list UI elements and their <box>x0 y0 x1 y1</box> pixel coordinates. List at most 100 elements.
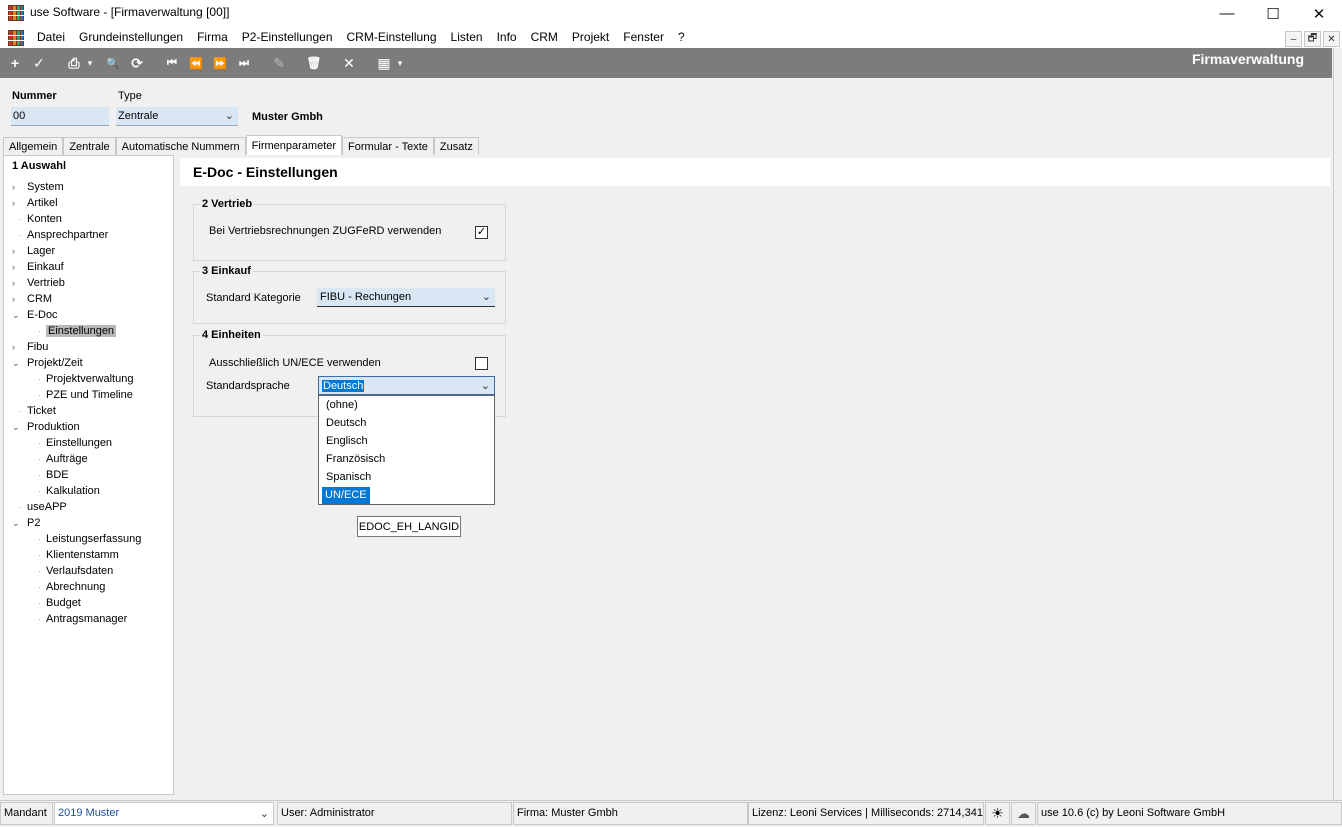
new-button[interactable]: + <box>6 54 24 72</box>
grid-dropdown-button[interactable]: ▾ <box>395 54 405 72</box>
tree-item[interactable]: · Budget <box>38 596 81 610</box>
tree-item[interactable]: · PZE und Timeline <box>38 388 133 402</box>
option-unece[interactable]: UN/ECE <box>322 487 370 504</box>
type-select[interactable]: Zentrale ⌄ <box>116 107 238 126</box>
menu-p2-einstellungen[interactable]: P2-Einstellungen <box>235 27 340 48</box>
nummer-input[interactable]: 00 <box>11 107 109 126</box>
tree-item[interactable]: › Lager <box>12 244 55 258</box>
menu-help[interactable]: ? <box>671 27 692 48</box>
option-ohne[interactable]: (ohne) <box>323 397 361 414</box>
mdi-minimize-button[interactable]: – <box>1285 31 1302 47</box>
last-record-button[interactable]: ⏭ <box>235 54 253 72</box>
menu-fenster[interactable]: Fenster <box>616 27 671 48</box>
mandant-select[interactable]: 2019 Muster ⌄ <box>54 802 274 825</box>
tree-item[interactable]: ⌄ Projekt/Zeit <box>12 356 83 370</box>
tree-item[interactable]: ⌄ P2 <box>12 516 40 530</box>
tree-item[interactable]: › Artikel <box>12 196 58 210</box>
tab-zusatz[interactable]: Zusatz <box>433 137 479 156</box>
chevron-down-icon[interactable]: ⌄ <box>12 516 22 530</box>
cancel-button[interactable]: ✕ <box>340 54 358 72</box>
tree-item[interactable]: · Leistungserfassung <box>38 532 142 546</box>
tree-item[interactable]: · Antragsmanager <box>38 612 127 626</box>
first-record-button[interactable]: ⏮ <box>163 54 181 72</box>
tree-item[interactable]: ⌄ E-Doc <box>12 308 58 322</box>
chevron-right-icon[interactable]: › <box>12 244 22 258</box>
chevron-right-icon[interactable]: › <box>12 180 22 194</box>
tree-item[interactable]: › System <box>12 180 64 194</box>
tree-item[interactable]: · Aufträge <box>38 452 88 466</box>
tab-allgemein[interactable]: Allgemein <box>3 137 64 156</box>
tree-item[interactable]: · Abrechnung <box>38 580 105 594</box>
chevron-down-icon[interactable]: ⌄ <box>12 356 22 370</box>
save-button[interactable]: ✓ <box>30 54 48 72</box>
menu-grundeinstellungen[interactable]: Grundeinstellungen <box>72 27 190 48</box>
chevron-right-icon[interactable]: › <box>12 292 22 306</box>
maximize-button[interactable]: ☐ <box>1250 0 1296 27</box>
tree-item[interactable]: · Klientenstamm <box>38 548 119 562</box>
status-sun-button[interactable]: ☀ <box>985 802 1010 825</box>
edit-button[interactable]: ✎ <box>270 54 288 72</box>
tab-automatische-nummern[interactable]: Automatische Nummern <box>115 137 246 156</box>
tree-item[interactable]: · BDE <box>38 468 69 482</box>
chevron-right-icon[interactable]: › <box>12 340 22 354</box>
print-button[interactable]: ⎙ <box>65 54 83 72</box>
option-spanisch[interactable]: Spanisch <box>323 469 374 486</box>
chevron-right-icon[interactable]: › <box>12 260 22 274</box>
menu-firma[interactable]: Firma <box>190 27 235 48</box>
tree-item[interactable]: › Vertrieb <box>12 276 65 290</box>
tree-item[interactable]: · Einstellungen <box>38 436 112 450</box>
right-splitter[interactable] <box>1333 48 1342 800</box>
option-franzoesisch[interactable]: Französisch <box>323 451 388 468</box>
kategorie-select[interactable]: FIBU - Rechungen ⌄ <box>317 288 495 307</box>
tree-item[interactable]: · Kalkulation <box>38 484 100 498</box>
tab-zentrale[interactable]: Zentrale <box>63 137 116 156</box>
tree-item[interactable]: · Projektverwaltung <box>38 372 133 386</box>
refresh-button[interactable]: ⟳ <box>128 54 146 72</box>
menu-projekt[interactable]: Projekt <box>565 27 616 48</box>
menu-crm[interactable]: CRM <box>524 27 565 48</box>
chevron-down-icon[interactable]: ⌄ <box>12 308 22 322</box>
check-icon: ✓ <box>476 226 487 238</box>
menu-info[interactable]: Info <box>490 27 524 48</box>
option-englisch[interactable]: Englisch <box>323 433 371 450</box>
tree-item[interactable]: › Fibu <box>12 340 48 354</box>
print-dropdown-button[interactable]: ▾ <box>85 54 95 72</box>
chevron-down-icon[interactable]: ⌄ <box>12 420 22 434</box>
tab-firmenparameter[interactable]: Firmenparameter <box>245 135 343 156</box>
status-cloud-button[interactable]: ☁ <box>1011 802 1036 825</box>
tree-header: 1 Auswahl <box>12 160 66 172</box>
tree-item[interactable]: › Einkauf <box>12 260 64 274</box>
close-window-button[interactable]: ✕ <box>1296 0 1342 27</box>
next-record-button[interactable]: ⏩ <box>211 54 229 72</box>
chevron-right-icon[interactable]: › <box>12 196 22 210</box>
tree-item-label: Leistungserfassung <box>46 533 142 545</box>
delete-button[interactable]: 🗑 <box>305 54 323 72</box>
close-icon: ✕ <box>1312 5 1326 23</box>
main-header <box>180 158 1330 186</box>
tree-item[interactable]: · Ticket <box>19 404 56 418</box>
mdi-close-button[interactable]: ✕ <box>1323 31 1340 47</box>
tab-formular-texte[interactable]: Formular - Texte <box>342 137 434 156</box>
tree-item[interactable]: · Ansprechpartner <box>19 228 108 242</box>
menu-datei[interactable]: Datei <box>30 27 72 48</box>
tree-item[interactable]: · useAPP <box>19 500 67 514</box>
search-button[interactable]: 🔍 <box>104 54 122 72</box>
zugferd-checkbox[interactable]: ✓ <box>475 226 488 239</box>
standardsprache-select[interactable]: Deutsch ⌄ <box>318 376 495 395</box>
menu-listen[interactable]: Listen <box>444 27 490 48</box>
tree-item[interactable]: › CRM <box>12 292 52 306</box>
minimize-button[interactable]: — <box>1204 0 1250 27</box>
option-deutsch[interactable]: Deutsch <box>323 415 369 432</box>
previous-record-button[interactable]: ⏪ <box>187 54 205 72</box>
tree-item[interactable]: · Einstellungen <box>38 324 117 338</box>
tree-item-label: Aufträge <box>46 453 88 465</box>
mdi-restore-button[interactable]: 🗗 <box>1304 31 1321 47</box>
grid-button[interactable]: ▦ <box>375 54 393 72</box>
menu-crm-einstellung[interactable]: CRM-Einstellung <box>340 27 444 48</box>
unece-checkbox[interactable] <box>475 357 488 370</box>
tree-item[interactable]: ⌄ Produktion <box>12 420 80 434</box>
tree-item[interactable]: · Konten <box>19 212 62 226</box>
tree-item[interactable]: · Verlaufsdaten <box>38 564 113 578</box>
app-menu-icon[interactable] <box>8 30 24 46</box>
chevron-right-icon[interactable]: › <box>12 276 22 290</box>
